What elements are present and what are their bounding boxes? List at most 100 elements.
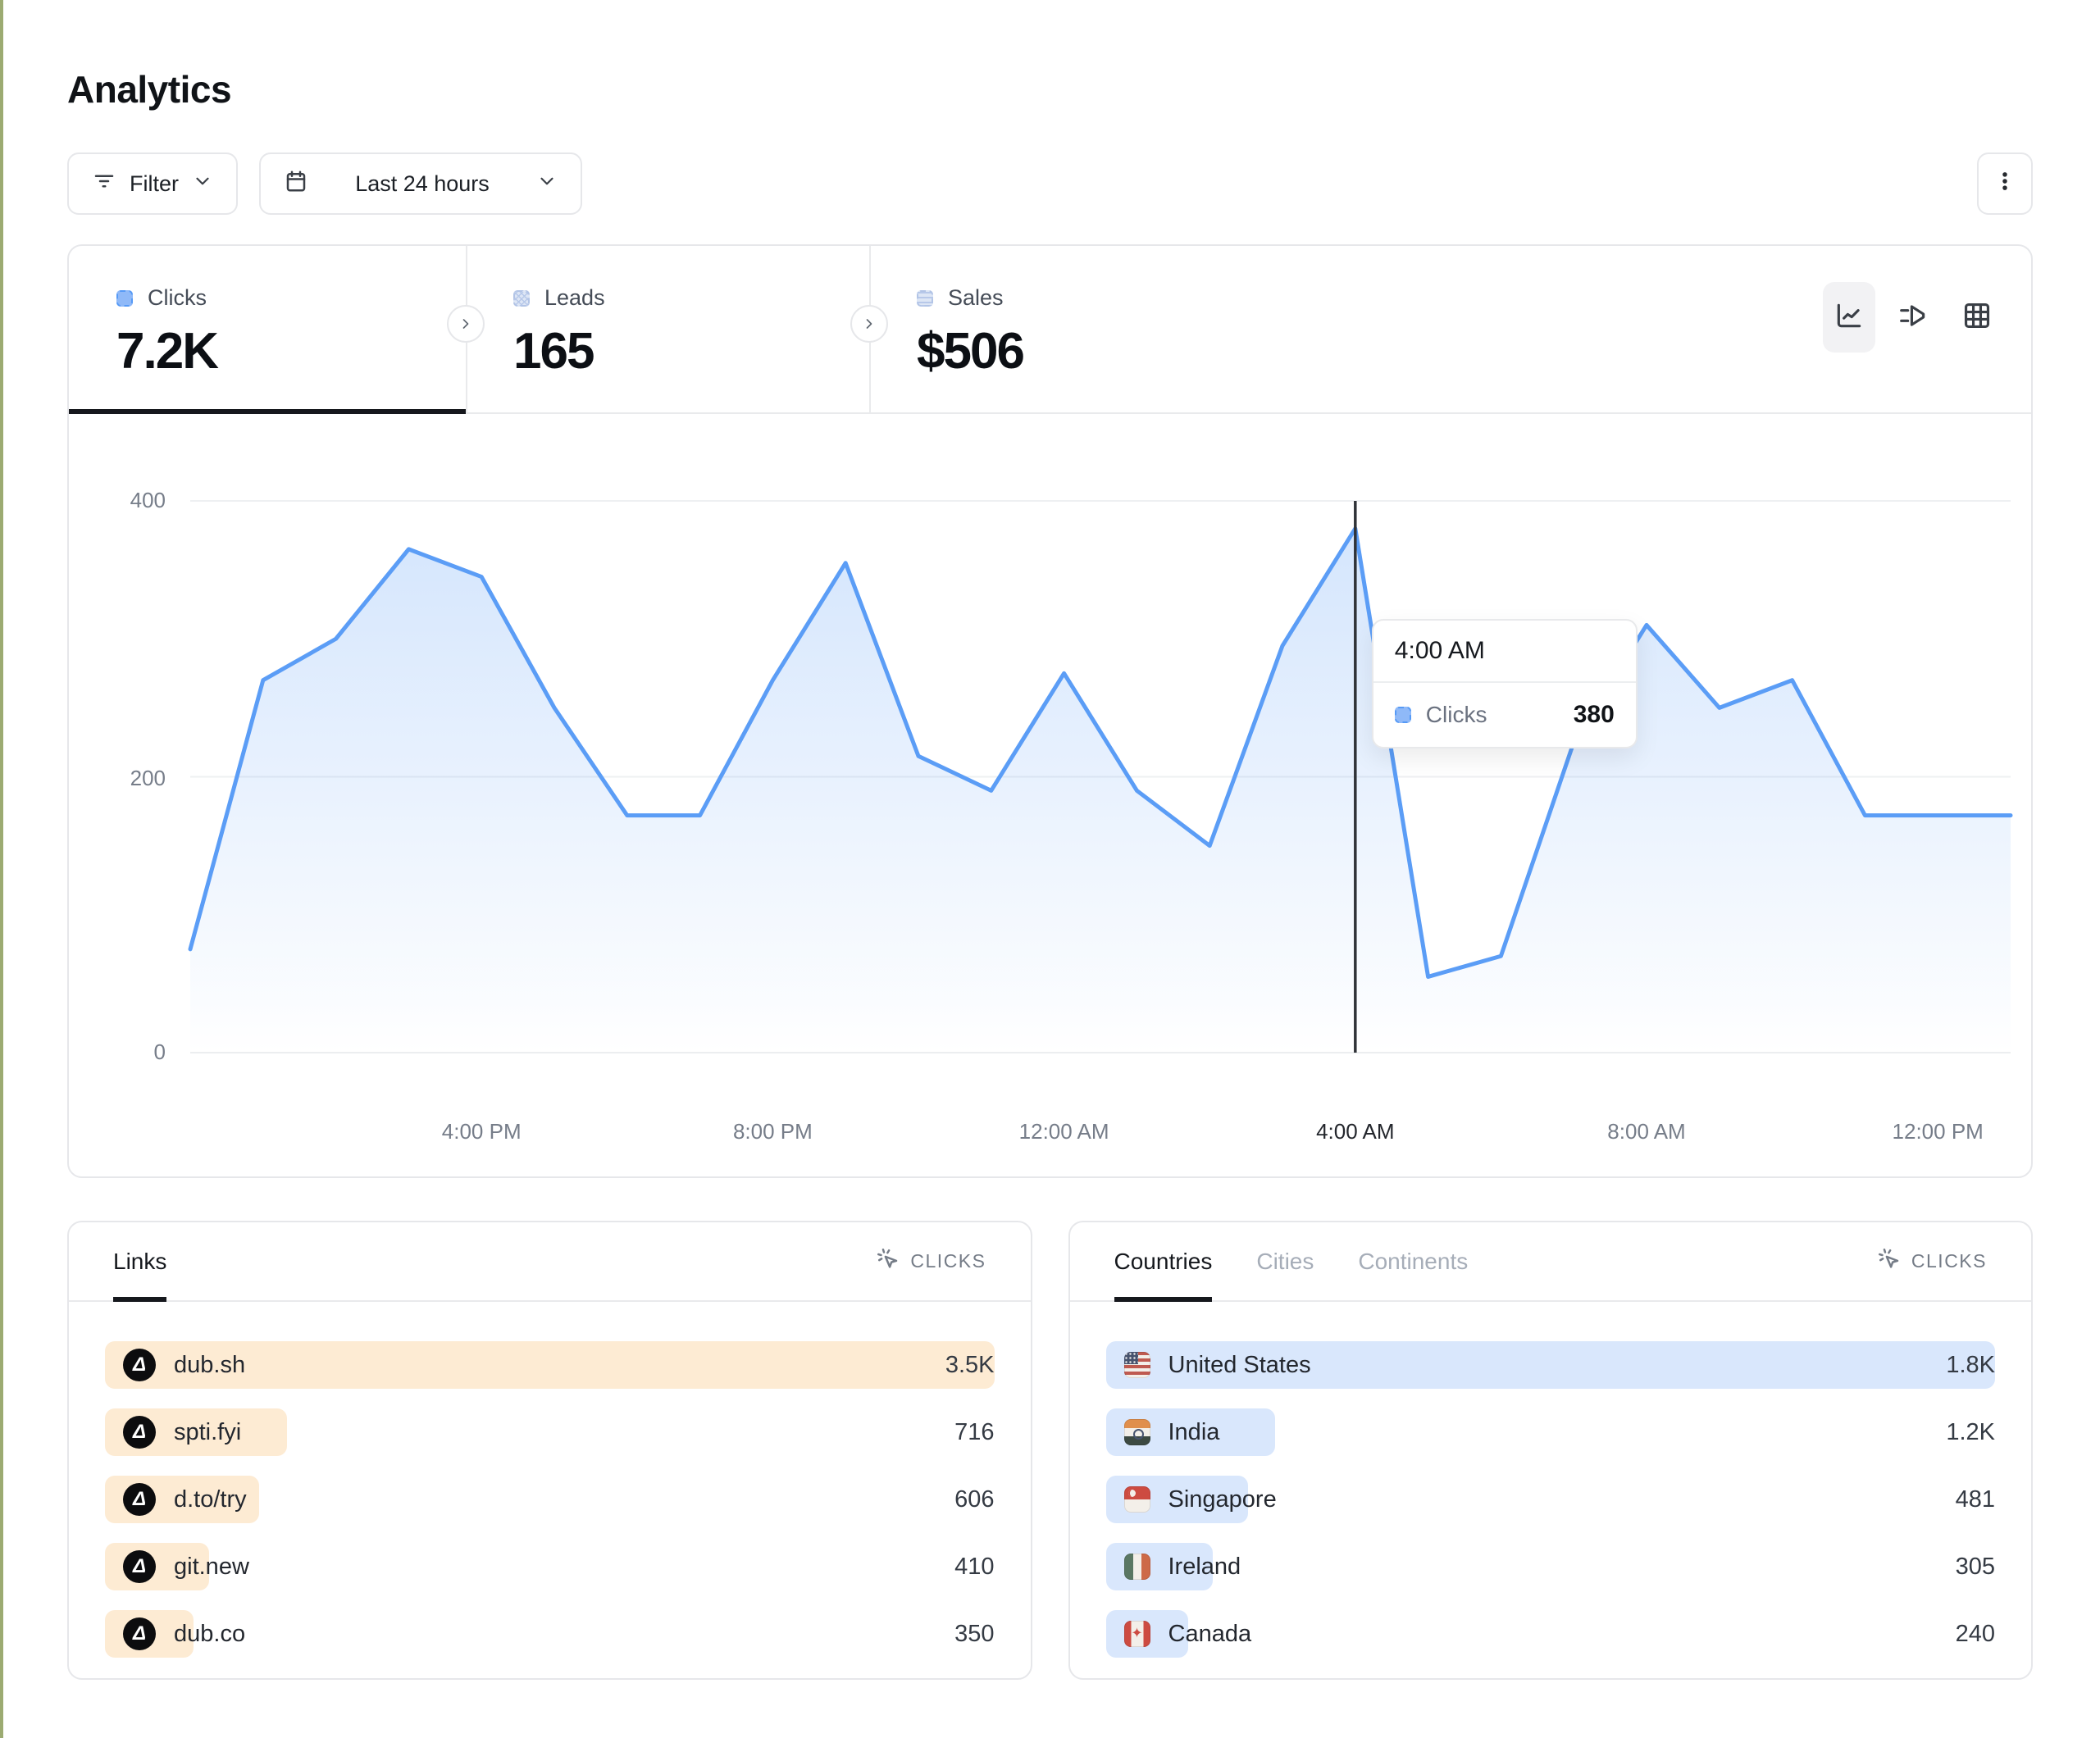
links-metric-header[interactable]: CLICKS bbox=[876, 1222, 986, 1300]
y-axis-tick: 200 bbox=[69, 766, 166, 791]
funnel-icon bbox=[1897, 300, 1929, 335]
dub-logo-icon: Δ bbox=[123, 1349, 156, 1381]
item-label: Δd.to/try bbox=[105, 1483, 247, 1516]
item-value: 305 bbox=[1956, 1554, 1995, 1581]
filter-icon bbox=[92, 169, 116, 199]
ie-flag-icon bbox=[1124, 1554, 1150, 1580]
chart-plot-area[interactable]: 4:00 AM Clicks 380 bbox=[190, 463, 2011, 1078]
item-label: Singapore bbox=[1106, 1486, 1277, 1513]
item-value: 410 bbox=[954, 1554, 994, 1581]
tooltip-series-swatch bbox=[1395, 707, 1411, 723]
toolbar: Filter Last 24 hours bbox=[67, 152, 2033, 215]
table-view-button[interactable] bbox=[1951, 282, 2003, 353]
tab-countries[interactable]: Countries bbox=[1114, 1222, 1213, 1300]
expand-sales-button[interactable] bbox=[850, 305, 888, 343]
chart-tooltip: 4:00 AM Clicks 380 bbox=[1372, 619, 1638, 748]
list-item[interactable]: Δspti.fyi 716 bbox=[105, 1408, 995, 1456]
calendar-icon bbox=[284, 169, 308, 199]
clicks-chart: 400 200 0 4:00 AM Clicks 380 4:00 PM8:00… bbox=[69, 414, 2031, 1176]
item-label: Δspti.fyi bbox=[105, 1416, 241, 1449]
stat-value: 7.2K bbox=[116, 322, 466, 380]
item-value: 350 bbox=[954, 1621, 994, 1648]
dub-logo-icon: Δ bbox=[123, 1416, 156, 1449]
chart-view-toggles bbox=[1823, 282, 2003, 353]
countries-panel: Countries Cities Continents CLICKS Unite… bbox=[1068, 1221, 2034, 1680]
stat-tab-leads[interactable]: Leads 165 bbox=[466, 246, 869, 412]
expand-leads-button[interactable] bbox=[447, 305, 485, 343]
date-range-button[interactable]: Last 24 hours bbox=[259, 152, 582, 215]
dub-logo-icon: Δ bbox=[123, 1483, 156, 1516]
tooltip-series-label: Clicks bbox=[1426, 702, 1487, 728]
list-item[interactable]: Δgit.new 410 bbox=[105, 1543, 995, 1590]
stat-value: 165 bbox=[513, 322, 869, 380]
analytics-card: Clicks 7.2K Leads 165 Sales $506 bbox=[67, 244, 2033, 1178]
tab-links[interactable]: Links bbox=[113, 1222, 166, 1300]
metric-header-label: CLICKS bbox=[1911, 1250, 1987, 1272]
leads-legend-swatch bbox=[513, 290, 530, 307]
filter-button-label: Filter bbox=[130, 171, 179, 197]
item-label: Δdub.sh bbox=[105, 1349, 245, 1381]
item-value: 1.8K bbox=[1946, 1352, 1995, 1379]
x-axis-tick: 8:00 PM bbox=[733, 1119, 813, 1144]
sales-legend-swatch bbox=[917, 290, 933, 307]
tab-cities[interactable]: Cities bbox=[1256, 1222, 1314, 1300]
item-value: 1.2K bbox=[1946, 1419, 1995, 1446]
table-grid-icon bbox=[1961, 300, 1993, 335]
links-panel: Links CLICKS Δdub.sh 3.5K Δspti.fyi 716 Δd.t… bbox=[67, 1221, 1032, 1680]
filter-button[interactable]: Filter bbox=[67, 152, 238, 215]
list-item[interactable]: Singapore 481 bbox=[1106, 1476, 1996, 1523]
chevron-down-icon bbox=[536, 171, 558, 198]
line-chart-view-button[interactable] bbox=[1823, 282, 1875, 353]
list-item[interactable]: United States 1.8K bbox=[1106, 1341, 1996, 1389]
tab-continents[interactable]: Continents bbox=[1358, 1222, 1468, 1300]
more-options-button[interactable] bbox=[1977, 152, 2033, 215]
x-axis-labels: 4:00 PM8:00 PM12:00 AM4:00 AM8:00 AM12:0… bbox=[190, 1119, 2011, 1152]
x-axis-tick: 4:00 PM bbox=[442, 1119, 522, 1144]
cursor-click-icon bbox=[1877, 1247, 1902, 1276]
stat-tab-clicks[interactable]: Clicks 7.2K bbox=[69, 246, 466, 412]
countries-metric-header[interactable]: CLICKS bbox=[1877, 1222, 1987, 1300]
item-value: 240 bbox=[1956, 1621, 1995, 1648]
dub-logo-icon: Δ bbox=[123, 1550, 156, 1583]
list-item[interactable]: India1.2K bbox=[1106, 1408, 1996, 1456]
tooltip-time: 4:00 AM bbox=[1373, 621, 1636, 683]
sg-flag-icon bbox=[1124, 1486, 1150, 1513]
x-axis-tick: 4:00 AM bbox=[1316, 1119, 1394, 1144]
cursor-click-icon bbox=[876, 1247, 900, 1276]
list-item[interactable]: Ireland 305 bbox=[1106, 1543, 1996, 1590]
metric-header-label: CLICKS bbox=[910, 1250, 986, 1272]
analytics-page: Analytics Filter Last 24 hours bbox=[67, 0, 2033, 1680]
item-value: 606 bbox=[954, 1486, 994, 1513]
page-title: Analytics bbox=[67, 67, 2033, 111]
stats-row: Clicks 7.2K Leads 165 Sales $506 bbox=[69, 246, 2031, 414]
funnel-view-button[interactable] bbox=[1887, 282, 1939, 353]
item-value: 716 bbox=[954, 1419, 994, 1446]
us-flag-icon bbox=[1124, 1352, 1150, 1378]
list-item[interactable]: Canada240 bbox=[1106, 1610, 1996, 1658]
item-label: Ireland bbox=[1106, 1554, 1241, 1581]
in-flag-icon bbox=[1124, 1419, 1150, 1445]
clicks-legend-swatch bbox=[116, 290, 133, 307]
kebab-menu-icon bbox=[1993, 169, 2017, 199]
item-label: United States bbox=[1106, 1352, 1311, 1379]
item-label: Δgit.new bbox=[105, 1550, 249, 1583]
list-item[interactable]: Δd.to/try 606 bbox=[105, 1476, 995, 1523]
page-edge-accent bbox=[0, 0, 3, 1738]
item-value: 3.5K bbox=[945, 1352, 995, 1379]
chevron-down-icon bbox=[192, 171, 213, 198]
dub-logo-icon: Δ bbox=[123, 1617, 156, 1650]
tooltip-value: 380 bbox=[1574, 701, 1615, 729]
ca-flag-icon bbox=[1124, 1621, 1150, 1647]
item-value: 481 bbox=[1956, 1486, 1995, 1513]
item-label: Δdub.co bbox=[105, 1617, 245, 1650]
date-range-label: Last 24 hours bbox=[321, 171, 523, 197]
stat-tab-sales[interactable]: Sales $506 bbox=[869, 246, 1361, 412]
x-axis-tick: 8:00 AM bbox=[1607, 1119, 1685, 1144]
stat-label: Clicks bbox=[148, 285, 207, 311]
area-chart-svg bbox=[190, 463, 2011, 1078]
list-item[interactable]: Δdub.sh 3.5K bbox=[105, 1341, 995, 1389]
list-item[interactable]: Δdub.co 350 bbox=[105, 1610, 995, 1658]
y-axis-tick: 0 bbox=[69, 1040, 166, 1065]
stat-label: Leads bbox=[544, 285, 605, 311]
x-axis-tick: 12:00 PM bbox=[1893, 1119, 1984, 1144]
